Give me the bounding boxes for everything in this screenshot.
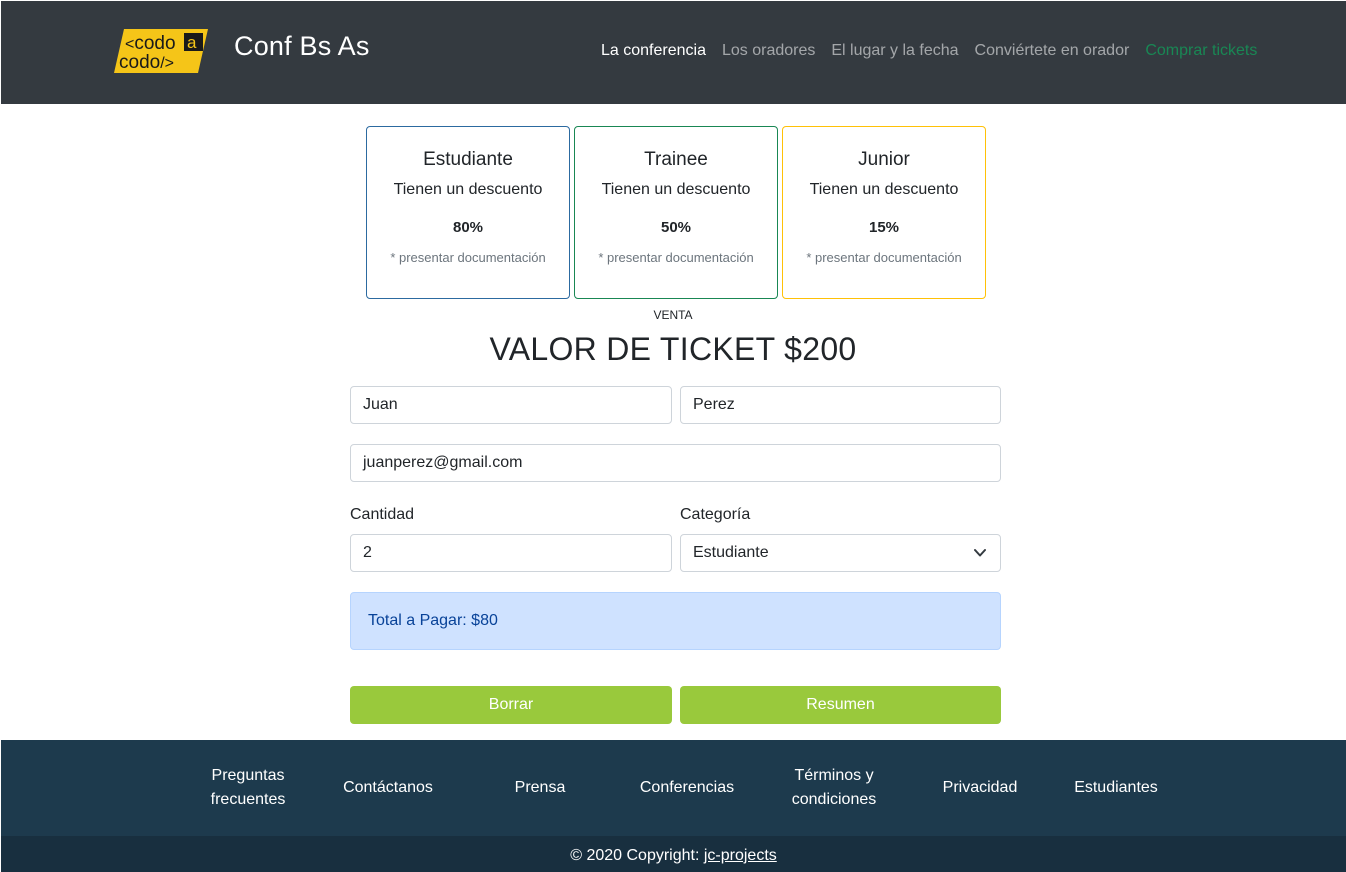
card-text: Tienen un descuento [393, 181, 543, 198]
footer-link-text: Privacidad [942, 779, 1018, 796]
card-title: Trainee [644, 149, 708, 170]
logo-text-bottom: codo/> [119, 52, 174, 73]
card-discount: 80% [452, 219, 484, 236]
footer-link-text: Estudiantes [1074, 779, 1158, 796]
nav-link-conviertete-orador[interactable]: Conviértete en orador [975, 42, 1130, 60]
card-title: Estudiante [423, 149, 513, 170]
copyright-bar: © 2020 Copyright: jc-projects [1, 836, 1346, 872]
card-discount: 50% [660, 219, 692, 236]
category-select-value: Estudiante [693, 544, 769, 561]
footer-link-faq[interactable]: Preguntas frecuentes [193, 740, 303, 836]
card-note: * presentar documentación [390, 250, 546, 265]
nav-link-la-conferencia[interactable]: La conferencia [601, 42, 706, 60]
quantity-input[interactable]: 2 [350, 534, 672, 572]
card-estudiante: Estudiante Tienen un descuento 80% * pre… [366, 126, 570, 299]
card-text: Tienen un descuento [809, 181, 959, 198]
copyright-text: © 2020 Copyright: [570, 847, 704, 864]
clear-button[interactable]: Borrar [350, 686, 672, 724]
footer-link-contact[interactable]: Contáctanos [333, 740, 443, 836]
total-to-pay-alert: Total a Pagar: $80 [350, 592, 1001, 650]
category-label: Categoría [680, 506, 751, 523]
nav-links: La conferencia Los oradores El lugar y l… [601, 42, 1257, 60]
card-title: Junior [858, 149, 910, 170]
card-junior: Junior Tienen un descuento 15% * present… [782, 126, 986, 299]
footer-link-students[interactable]: Estudiantes [1061, 740, 1171, 836]
sale-label: VENTA [653, 308, 693, 322]
footer: Preguntas frecuentes Contáctanos Prensa C… [1, 740, 1346, 836]
footer-link-privacy[interactable]: Privacidad [925, 740, 1035, 836]
footer-link-text: Términos y [794, 767, 874, 784]
logo-text-top: <codo [125, 33, 176, 54]
card-trainee: Trainee Tienen un descuento 50% * presen… [574, 126, 778, 299]
brand-title[interactable]: Conf Bs As [234, 31, 370, 62]
ticket-price-title: VALOR DE TICKET $200 [489, 331, 857, 367]
card-text: Tienen un descuento [601, 181, 751, 198]
email-input[interactable]: juanperez@gmail.com [350, 444, 1001, 482]
card-discount: 15% [868, 219, 900, 236]
copyright-link[interactable]: jc-projects [704, 847, 777, 864]
chevron-down-icon [974, 549, 986, 557]
discount-cards: Estudiante Tienen un descuento 80% * pre… [366, 126, 990, 299]
footer-link-text: frecuentes [210, 791, 286, 808]
card-note: * presentar documentación [806, 250, 962, 265]
summary-button[interactable]: Resumen [680, 686, 1001, 724]
footer-link-text: condiciones [791, 791, 877, 808]
footer-link-text: Preguntas [211, 767, 285, 784]
navbar: <codo a codo/> Conf Bs As La conferencia… [1, 1, 1346, 104]
nav-link-los-oradores[interactable]: Los oradores [722, 42, 815, 60]
category-select[interactable]: Estudiante [680, 534, 1001, 572]
last-name-input[interactable]: Perez [680, 386, 1001, 424]
footer-link-press[interactable]: Prensa [485, 740, 595, 836]
codo-a-codo-logo[interactable]: <codo a codo/> [114, 29, 208, 73]
nav-link-lugar-fecha[interactable]: El lugar y la fecha [831, 42, 958, 60]
footer-link-text: Contáctanos [343, 779, 433, 796]
footer-link-terms[interactable]: Términos y condiciones [779, 740, 889, 836]
footer-link-text: Prensa [514, 779, 566, 796]
nav-link-comprar-tickets[interactable]: Comprar tickets [1145, 42, 1257, 60]
first-name-input[interactable]: Juan [350, 386, 672, 424]
card-note: * presentar documentación [598, 250, 754, 265]
quantity-label: Cantidad [350, 506, 415, 523]
footer-link-conferences[interactable]: Conferencias [627, 740, 747, 836]
footer-link-text: Conferencias [639, 779, 735, 796]
svg-text:a: a [187, 33, 197, 52]
